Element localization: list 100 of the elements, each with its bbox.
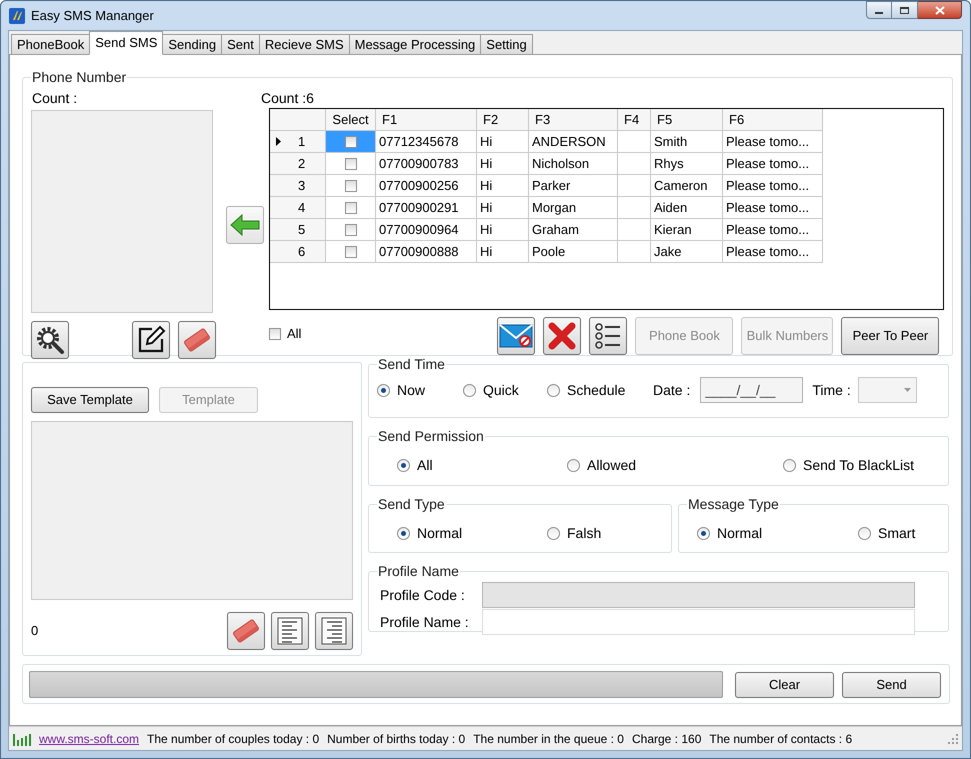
row-number: 6 <box>298 242 306 261</box>
column-header[interactable]: F3 <box>529 109 618 131</box>
date-label: Date : <box>653 380 690 400</box>
table-cell: Morgan <box>529 197 618 219</box>
column-header[interactable]: Select <box>326 109 376 131</box>
radio-button[interactable] <box>783 459 796 472</box>
radio-button[interactable] <box>547 527 560 540</box>
radio-label: Normal <box>717 524 762 543</box>
table-cell: Please tomo... <box>723 131 823 153</box>
delete-button[interactable] <box>543 317 582 355</box>
table-cell <box>618 241 651 263</box>
table-cell: Hi <box>477 153 529 175</box>
table-cell: Jake <box>651 241 723 263</box>
tab[interactable]: Sending <box>162 34 222 55</box>
action-button[interactable]: Send <box>842 672 941 698</box>
table-cell: Kieran <box>651 219 723 241</box>
row-header[interactable]: 4 <box>270 197 326 219</box>
radio-label: Allowed <box>587 456 636 475</box>
close-button[interactable] <box>918 1 962 19</box>
pencil-square-icon <box>136 325 166 355</box>
action-button[interactable]: Peer To Peer <box>841 317 940 355</box>
table-cell: Hi <box>477 241 529 263</box>
row-header[interactable]: 5 <box>270 219 326 241</box>
status-text: The number of contacts : 6 <box>709 730 852 748</box>
radio-button[interactable] <box>567 459 580 472</box>
column-header[interactable]: F2 <box>477 109 529 131</box>
list-button[interactable] <box>589 317 628 355</box>
table-cell: Please tomo... <box>723 153 823 175</box>
checkbox[interactable] <box>344 136 356 148</box>
table-cell: 07700900256 <box>376 175 477 197</box>
checkbox[interactable] <box>344 202 356 214</box>
row-header[interactable]: 1 <box>270 131 326 153</box>
radio-button[interactable] <box>547 384 560 396</box>
move-left-button[interactable] <box>226 206 264 244</box>
status-text: Charge : 160 <box>632 730 702 748</box>
group-title: Send Type <box>377 495 446 514</box>
radio-button[interactable] <box>397 527 410 540</box>
envelope-button[interactable] <box>497 317 536 355</box>
date-field[interactable]: ____/__/__ <box>700 377 804 403</box>
checkbox[interactable] <box>269 328 281 340</box>
website-link[interactable]: www.sms-soft.com <box>39 730 140 748</box>
tab[interactable]: Setting <box>480 34 533 55</box>
table-cell: Poole <box>529 241 618 263</box>
row-header[interactable]: 6 <box>270 241 326 263</box>
table-cell <box>618 131 651 153</box>
align-left-button[interactable] <box>271 612 309 650</box>
minimize-button[interactable] <box>866 1 892 19</box>
radio-button[interactable] <box>463 384 476 396</box>
row-number: 2 <box>298 154 306 173</box>
row-header[interactable]: 3 <box>270 175 326 197</box>
clear-text-button[interactable] <box>227 612 265 650</box>
radio-button[interactable] <box>397 459 410 472</box>
table-cell: Please tomo... <box>723 241 823 263</box>
action-button[interactable]: Clear <box>735 672 834 698</box>
count-label: Count : <box>31 89 78 108</box>
table-cell: 07700900291 <box>376 197 477 219</box>
table-cell: 07712345678 <box>376 131 477 153</box>
tab[interactable]: PhoneBook <box>11 34 90 55</box>
envelope-blocked-icon <box>499 323 534 349</box>
column-header[interactable]: F5 <box>651 109 723 131</box>
table-cell: Hi <box>477 175 529 197</box>
row-header[interactable]: 2 <box>270 153 326 175</box>
group-title: Send Permission <box>377 427 485 446</box>
gear-magnifier-icon <box>34 324 66 356</box>
align-right-button[interactable] <box>315 612 353 650</box>
tab[interactable]: Message Processing <box>348 34 482 55</box>
column-header[interactable]: F6 <box>723 109 823 131</box>
row-number: 1 <box>298 132 306 151</box>
column-header[interactable]: F4 <box>618 109 651 131</box>
left-arrow-icon <box>230 214 260 236</box>
window-title: Easy SMS Mananger <box>31 6 154 25</box>
save-template-button[interactable]: Save Template <box>31 387 149 413</box>
tab[interactable]: Sent <box>221 34 260 55</box>
table-cell: Please tomo... <box>723 219 823 241</box>
status-text: The number in the queue : 0 <box>473 730 624 748</box>
table-cell <box>618 175 651 197</box>
tab[interactable]: Recieve SMS <box>258 34 350 55</box>
table-cell: Please tomo... <box>723 175 823 197</box>
radio-button[interactable] <box>377 384 390 396</box>
radio-label: Schedule <box>567 380 626 400</box>
checkbox[interactable] <box>344 224 356 236</box>
maximize-button[interactable] <box>892 1 918 19</box>
edit-button[interactable] <box>132 321 170 359</box>
grid-count-label: Count :6 <box>261 89 315 108</box>
clear-list-button[interactable] <box>178 321 216 359</box>
checkbox[interactable] <box>344 246 356 258</box>
radio-label: Smart <box>878 524 916 543</box>
radio-button[interactable] <box>858 527 871 540</box>
row-number: 5 <box>298 220 306 239</box>
column-header[interactable]: F1 <box>376 109 477 131</box>
settings-search-button[interactable] <box>31 321 69 359</box>
checkbox[interactable] <box>344 158 356 170</box>
profile-field[interactable] <box>482 609 915 635</box>
table-cell: Hi <box>477 131 529 153</box>
character-count: 0 <box>31 622 38 640</box>
checkbox[interactable] <box>344 180 356 192</box>
resize-grip-icon[interactable] <box>948 734 958 744</box>
radio-button[interactable] <box>697 527 710 540</box>
status-text: The number of couples today : 0 <box>147 730 320 748</box>
tab[interactable]: Send SMS <box>89 31 164 55</box>
